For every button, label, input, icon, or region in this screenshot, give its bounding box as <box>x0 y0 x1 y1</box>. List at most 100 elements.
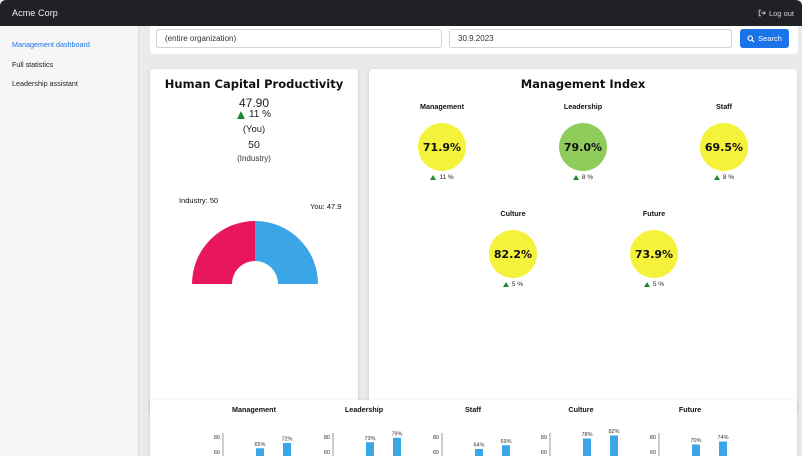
bar <box>583 438 591 456</box>
metric-name: Management <box>420 102 464 111</box>
arrow-up-icon <box>713 175 720 180</box>
hcp-title: Human Capital Productivity <box>164 77 344 91</box>
bar-value-label: 69% <box>500 439 511 445</box>
metric-change-value: 5 % <box>652 281 665 288</box>
sidebar-item-full-statistics[interactable]: Full statistics <box>0 56 138 73</box>
metric-name: Leadership <box>563 102 603 111</box>
bar-value-label: 73% <box>364 436 375 442</box>
mini-chart-culture: Culture 80 60 78% 82% <box>526 400 636 456</box>
y-tick-label: 60 <box>324 450 330 456</box>
date-input[interactable]: 30.9.2023 <box>449 29 732 48</box>
y-tick-label: 60 <box>541 450 547 456</box>
y-tick-label: 80 <box>541 435 547 441</box>
logout-icon <box>758 9 766 17</box>
bar <box>719 441 727 456</box>
metric-circle: 71.9% <box>418 123 466 171</box>
metric-change-value: 11 % <box>439 174 454 181</box>
hcp-industry-value: 50 <box>248 139 260 151</box>
metric-change: 5 % <box>473 281 553 288</box>
arrow-up-icon <box>430 175 437 180</box>
filter-bar: (entire organization) 30.9.2023 Search <box>150 26 798 54</box>
arrow-up-icon <box>236 110 245 119</box>
hcp-card: Human Capital Productivity 47.90 11 % (Y… <box>150 69 358 412</box>
search-button[interactable]: Search <box>740 29 789 48</box>
search-icon <box>747 34 755 43</box>
metric-change-value: 8 % <box>581 174 594 181</box>
arrow-up-icon <box>572 175 579 180</box>
metric-circle: 79.0% <box>559 123 607 171</box>
logout-label: Log out <box>768 8 794 18</box>
metric-change: 11 % <box>402 174 482 181</box>
metric-value: 73.9% <box>634 247 674 261</box>
metric-change: 8 % <box>543 174 623 181</box>
search-button-label: Search <box>758 34 782 43</box>
sidebar-item-leadership-assistant[interactable]: Leadership assistant <box>0 75 138 92</box>
metric-value: 79.0% <box>563 140 603 154</box>
sidebar-item-management-dashboard[interactable]: Management dashboard <box>0 36 138 53</box>
metric-change: 8 % <box>684 174 764 181</box>
arrow-up-icon <box>502 282 509 287</box>
logout-button[interactable]: Log out <box>758 9 794 18</box>
bar-chart: 80 60 73% 79% <box>324 431 403 456</box>
hcp-change: 11 % <box>150 109 358 120</box>
y-tick-label: 60 <box>433 450 439 456</box>
metric-leadership: Leadership 79.0% 8 % <box>543 102 623 181</box>
mini-chart-staff: Staff 80 60 64% 69% <box>418 400 528 456</box>
arrow-up-icon <box>643 282 650 287</box>
bar <box>692 444 700 456</box>
bar-value-label: 78% <box>581 432 592 438</box>
bar-value-label: 74% <box>717 435 728 441</box>
y-tick-label: 80 <box>324 435 330 441</box>
bar <box>283 443 291 456</box>
top-bar: Acme Corp Log out <box>0 0 802 26</box>
bar <box>393 437 401 456</box>
metric-circle: 69.5% <box>700 123 748 171</box>
gauge-you-arc <box>255 221 318 284</box>
app-title: Acme Corp <box>12 8 58 18</box>
sidebar: Management dashboard Full statistics Lea… <box>0 26 139 456</box>
gauge-you-label: You: 47.9 <box>310 202 342 211</box>
mini-chart-management: Management 80 60 65% 72% <box>199 400 309 456</box>
mini-chart-leadership: Leadership 80 60 73% 79% <box>309 400 419 456</box>
gauge-industry-label: Industry: 50 <box>179 196 219 205</box>
bar-value-label: 70% <box>690 438 701 444</box>
bar-value-label: 72% <box>281 437 292 443</box>
mini-chart-future: Future 80 60 70% 74% <box>635 400 745 456</box>
y-tick-label: 60 <box>650 450 656 456</box>
metric-change-value: 5 % <box>511 281 524 288</box>
metric-value: 71.9% <box>422 140 462 154</box>
trend-charts-card: Management 80 60 65% 72% Leadership 80 60 73%… <box>150 400 797 456</box>
metric-change-value: 8 % <box>722 174 735 181</box>
metric-culture: Culture 82.2% 5 % <box>473 209 553 288</box>
bar-value-label: 65% <box>254 442 265 448</box>
gauge-industry-arc <box>192 221 255 284</box>
organization-select[interactable]: (entire organization) <box>156 29 442 48</box>
management-index-title: Management Index <box>520 77 646 91</box>
metric-staff: Staff 69.5% 8 % <box>684 102 764 181</box>
hcp-value: 47.90 <box>238 96 270 110</box>
metric-circle: 82.2% <box>489 230 537 278</box>
metric-name: Staff <box>716 102 732 111</box>
bar <box>502 445 510 456</box>
metric-change: 5 % <box>614 281 694 288</box>
metric-name: Future <box>642 209 666 218</box>
bar <box>610 435 618 456</box>
bar-chart: 80 60 70% 74% <box>650 433 729 456</box>
bar-value-label: 79% <box>391 431 402 437</box>
metric-value: 69.5% <box>704 140 744 154</box>
bar-chart: 80 60 64% 69% <box>433 433 512 456</box>
bar <box>256 448 264 456</box>
y-tick-label: 80 <box>214 435 220 441</box>
metric-name: Culture <box>500 209 526 218</box>
hcp-gauge <box>192 221 318 284</box>
bar <box>366 442 374 456</box>
main-content: (entire organization) 30.9.2023 Search H… <box>140 26 802 456</box>
y-tick-label: 80 <box>433 435 439 441</box>
bar-value-label: 64% <box>473 443 484 449</box>
bar-value-label: 82% <box>608 429 619 435</box>
management-index-card: Management Index Management 71.9% 11 % L… <box>369 69 797 412</box>
y-tick-label: 60 <box>214 450 220 456</box>
bar-chart: 80 60 65% 72% <box>214 433 293 456</box>
hcp-change-value: 11 % <box>248 109 272 120</box>
metric-value: 82.2% <box>493 247 533 261</box>
